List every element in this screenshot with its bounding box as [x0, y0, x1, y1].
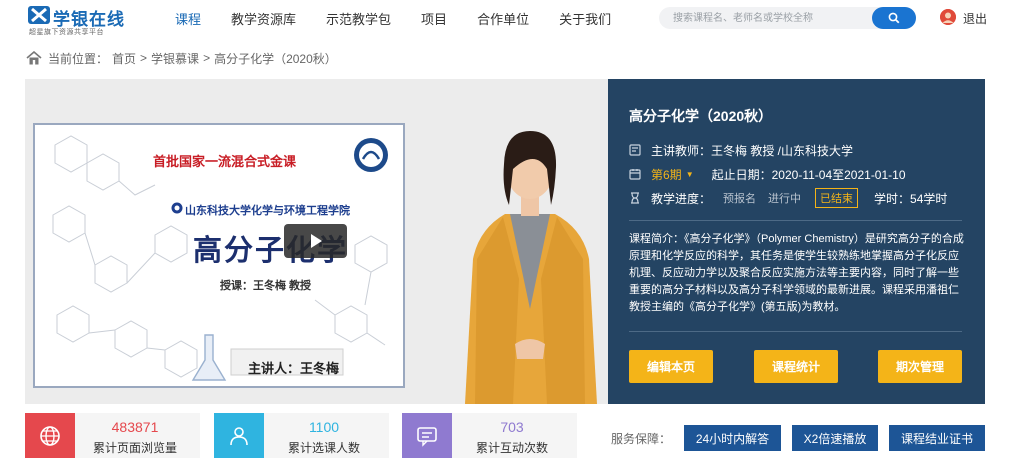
breadcrumb-current: 高分子化学（2020秋）	[214, 51, 337, 66]
home-icon	[26, 51, 42, 65]
slide-teacher-line: 授课：王冬梅 教授	[220, 280, 312, 292]
date-label: 起止日期：	[711, 167, 772, 182]
user-avatar-icon	[940, 9, 956, 25]
teacher-row: 主讲教师： 王冬梅 教授 /山东科技大学	[629, 142, 853, 158]
stat-icon-box	[25, 413, 75, 458]
stage-ended: 已结束	[815, 188, 859, 208]
course-video-player[interactable]: 首批国家一流混合式金课 山东科技大学化学与环境工程学院 高分子化学 授课：王冬梅…	[25, 79, 608, 404]
course-info-panel: 高分子化学（2020秋） 主讲教师： 王冬梅 教授 /山东科技大学 第6期 ▼ …	[608, 79, 985, 404]
guarantee-certificate[interactable]: 课程结业证书	[889, 425, 985, 451]
video-slide: 首批国家一流混合式金课 山东科技大学化学与环境工程学院 高分子化学 授课：王冬梅…	[33, 123, 405, 388]
search-input[interactable]	[673, 10, 863, 26]
university-seal-icon	[354, 138, 388, 172]
globe-icon	[40, 425, 60, 446]
term-selector[interactable]: 第6期	[651, 166, 682, 183]
edit-page-button[interactable]: 编辑本页	[629, 350, 713, 383]
course-stats-button[interactable]: 课程统计	[754, 350, 838, 383]
course-description: 课程简介：《高分子化学》（Polymer Chemistry）是研究高分子的合成…	[629, 233, 964, 313]
breadcrumb-prefix: 当前位置：	[48, 51, 109, 66]
nav-item-projects[interactable]: 项目	[421, 9, 447, 29]
logo-icon	[28, 6, 50, 24]
main-nav: 课程 教学资源库 示范教学包 项目 合作单位 关于我们	[175, 9, 641, 29]
slide-presenter-line: 主讲人：王冬梅	[248, 361, 340, 376]
site-logo[interactable]: 学银在线 超星旗下资源共享平台	[28, 4, 148, 36]
chat-icon	[417, 426, 437, 447]
stat-icon-box	[402, 413, 452, 458]
teacher-value: 王冬梅 教授 /山东科技大学	[711, 143, 854, 158]
progress-row: 教学进度： 预报名 进行中 已结束 学时：54学时	[629, 188, 948, 208]
guarantee-2x-speed[interactable]: X2倍速播放	[792, 425, 878, 451]
nav-item-about[interactable]: 关于我们	[559, 9, 611, 29]
users-icon	[230, 426, 248, 445]
play-icon	[310, 234, 322, 248]
breadcrumb-mooc[interactable]: 学银慕课	[151, 50, 199, 67]
stat-interactions-value: 703	[500, 419, 524, 435]
search-bar	[659, 7, 916, 29]
breadcrumb-separator: >	[140, 51, 148, 65]
stat-icon-box	[214, 413, 264, 458]
stat-enrollments-value: 1100	[308, 419, 340, 435]
school-emblem-icon	[171, 202, 183, 214]
breadcrumb-separator: >	[203, 51, 211, 65]
stage-preregister: 预报名	[723, 193, 757, 205]
stat-page-views-label: 累计页面浏览量	[92, 441, 177, 455]
term-caret-icon[interactable]: ▼	[686, 170, 694, 179]
stat-page-views-value: 483871	[111, 419, 159, 435]
nav-item-courses[interactable]: 课程	[175, 9, 201, 29]
panel-divider	[629, 220, 962, 221]
search-icon	[888, 12, 900, 24]
term-management-button[interactable]: 期次管理	[878, 350, 962, 383]
slide-school-name: 山东科技大学化学与环境工程学院	[185, 205, 350, 217]
slide-banner-title: 首批国家一流混合式金课	[153, 154, 297, 169]
nav-item-resource-library[interactable]: 教学资源库	[231, 9, 296, 29]
teacher-label: 主讲教师：	[651, 143, 712, 158]
date-range: 2020-11-04至2021-01-10	[771, 167, 906, 182]
stat-page-views: 483871 累计页面浏览量	[25, 413, 200, 458]
user-avatar[interactable]	[940, 9, 956, 25]
breadcrumb: 当前位置： 首页 > 学银慕课 > 高分子化学（2020秋）	[26, 50, 341, 66]
presenter-figure	[465, 131, 597, 404]
term-row: 第6期 ▼ 起止日期： 2020-11-04至2021-01-10	[629, 166, 906, 182]
breadcrumb-home[interactable]: 首页	[112, 50, 136, 67]
logo-slogan: 超星旗下资源共享平台	[29, 29, 104, 36]
course-hours: 学时：54学时	[874, 191, 948, 206]
search-button[interactable]	[872, 7, 916, 29]
service-guarantee-label: 服务保障：	[611, 432, 672, 446]
progress-label: 教学进度：	[651, 191, 712, 206]
top-header: 学银在线 超星旗下资源共享平台 课程 教学资源库 示范教学包 项目 合作单位 关…	[0, 0, 1031, 38]
teacher-icon	[629, 144, 641, 156]
guarantee-24h-answer[interactable]: 24小时内解答	[684, 425, 781, 451]
calendar-icon	[629, 169, 641, 180]
logout-link[interactable]: 退出	[963, 10, 987, 27]
stat-interactions: 703 累计互动次数	[402, 413, 577, 458]
play-button[interactable]	[284, 224, 347, 258]
panel-divider	[629, 331, 962, 332]
nav-item-partners[interactable]: 合作单位	[477, 9, 529, 29]
stage-ongoing: 进行中	[768, 193, 802, 205]
hourglass-icon	[631, 192, 639, 204]
course-title: 高分子化学（2020秋）	[629, 108, 773, 124]
nav-item-demo-packages[interactable]: 示范教学包	[326, 9, 391, 29]
stat-enrollments-label: 累计选课人数	[287, 441, 360, 455]
stat-interactions-label: 累计互动次数	[475, 441, 548, 455]
stat-enrollments: 1100 累计选课人数	[214, 413, 389, 458]
